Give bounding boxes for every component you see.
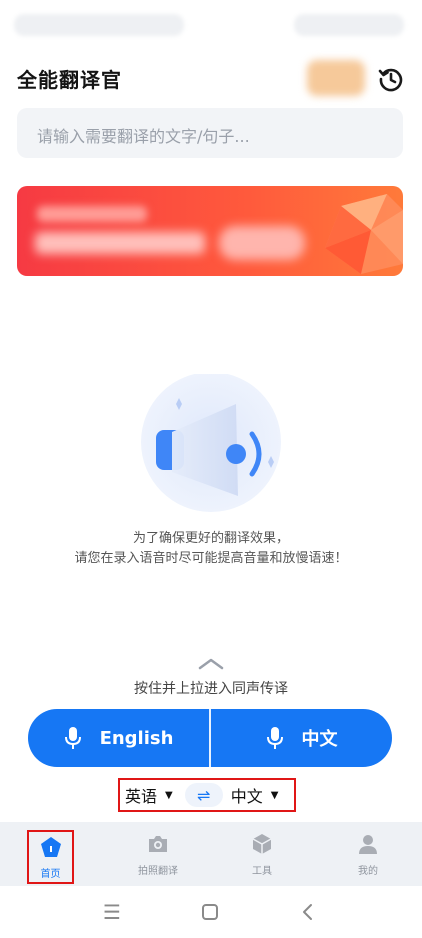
voice-hint-line1: 为了确保更好的翻译效果， bbox=[132, 531, 289, 546]
promo-banner[interactable] bbox=[17, 186, 403, 276]
system-nav-bar: ☰ bbox=[0, 886, 422, 938]
target-language-dropdown[interactable]: 中文 ▼ bbox=[231, 783, 279, 807]
source-language-label: 英语 bbox=[125, 787, 158, 806]
camera-icon bbox=[149, 835, 167, 852]
home-square-icon[interactable] bbox=[198, 900, 222, 924]
nav-label-photo: 拍照翻译 bbox=[138, 865, 178, 877]
banner-blurred-text bbox=[37, 206, 147, 222]
english-voice-button[interactable]: English bbox=[28, 709, 209, 767]
cube-icon bbox=[252, 833, 272, 854]
swap-arrows-icon[interactable]: ⇌ bbox=[184, 783, 223, 807]
microphone-icon bbox=[266, 727, 283, 749]
banner-blurred-button bbox=[219, 226, 305, 260]
promo-badge[interactable] bbox=[307, 60, 365, 96]
nav-item-mine[interactable]: 我的 bbox=[326, 822, 410, 886]
chevron-up-icon[interactable] bbox=[197, 655, 225, 670]
source-language-dropdown[interactable]: 英语 ▼ bbox=[125, 783, 173, 807]
voice-hint-line2: 请您在录入语音时尽可能提高音量和放慢语速！ bbox=[74, 551, 348, 566]
caret-down-icon: ▼ bbox=[270, 789, 279, 801]
person-icon bbox=[359, 834, 377, 854]
target-language-label: 中文 bbox=[230, 787, 263, 806]
history-icon[interactable] bbox=[377, 65, 405, 93]
speaker-illustration bbox=[136, 372, 286, 514]
chinese-voice-button[interactable]: 中文 bbox=[211, 709, 392, 767]
voice-button-group: English 中文 bbox=[28, 709, 392, 767]
gem-icon bbox=[325, 194, 403, 274]
nav-item-home[interactable]: 首页 bbox=[27, 830, 74, 884]
status-bar-right bbox=[294, 14, 404, 36]
language-selector: 英语 ▼ ⇌ 中文 ▼ bbox=[118, 778, 296, 812]
nav-label-home: 首页 bbox=[40, 868, 61, 880]
page-title: 全能翻译官 bbox=[17, 68, 122, 92]
search-input[interactable]: 请输入需要翻译的文字/句子... bbox=[17, 108, 403, 158]
search-placeholder: 请输入需要翻译的文字/句子... bbox=[37, 127, 250, 146]
bottom-nav: 首页 拍照翻译 工具 我的 bbox=[0, 822, 422, 886]
nav-label-tools: 工具 bbox=[252, 865, 272, 877]
status-bar-left bbox=[14, 14, 184, 36]
banner-blurred-text bbox=[35, 232, 205, 254]
simultaneous-hint: 按住并上拉进入同声传译 bbox=[134, 681, 288, 697]
back-icon[interactable] bbox=[296, 900, 320, 924]
nav-item-photo-translate[interactable]: 拍照翻译 bbox=[116, 822, 200, 886]
english-button-label: English bbox=[99, 727, 174, 749]
nav-item-tools[interactable]: 工具 bbox=[220, 822, 304, 886]
microphone-icon bbox=[64, 727, 81, 749]
menu-icon[interactable]: ☰ bbox=[100, 900, 124, 924]
chinese-button-label: 中文 bbox=[301, 729, 338, 750]
nav-label-mine: 我的 bbox=[358, 865, 378, 877]
caret-down-icon: ▼ bbox=[165, 789, 173, 801]
home-icon bbox=[40, 836, 61, 857]
